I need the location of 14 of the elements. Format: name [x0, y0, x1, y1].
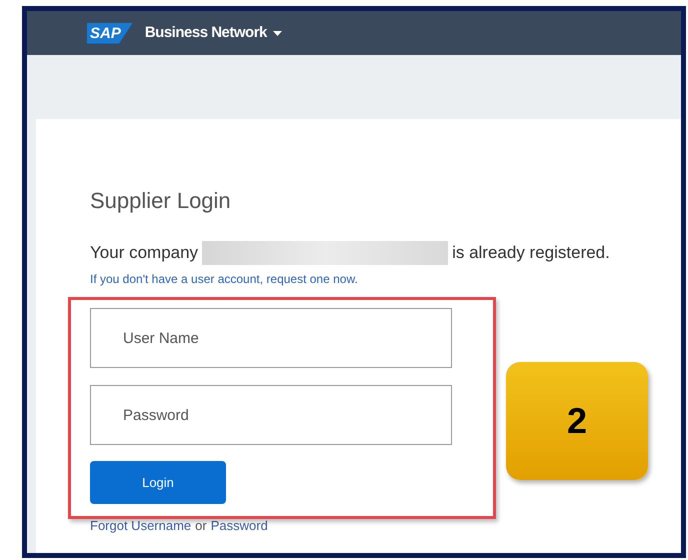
login-button[interactable]: Login: [90, 461, 226, 504]
forgot-password-link[interactable]: Password: [210, 516, 268, 536]
registered-text: is already registered.: [452, 243, 610, 263]
login-field[interactable]: Password: [90, 385, 452, 445]
login-field[interactable]: User Name: [90, 308, 452, 368]
network-menu[interactable]: Business Network: [144, 22, 282, 44]
caret-icon: [272, 30, 282, 36]
company-text: Your company: [90, 243, 198, 263]
step-badge: 2: [506, 362, 648, 480]
or-text: or: [195, 517, 207, 535]
request-account-link[interactable]: If you don't have a user account, request one now.: [90, 270, 358, 288]
forgot-username-link[interactable]: Forgot Username: [90, 516, 192, 536]
sap-logo[interactable]: SAP: [87, 22, 133, 44]
login-title: Supplier Login: [90, 187, 231, 215]
